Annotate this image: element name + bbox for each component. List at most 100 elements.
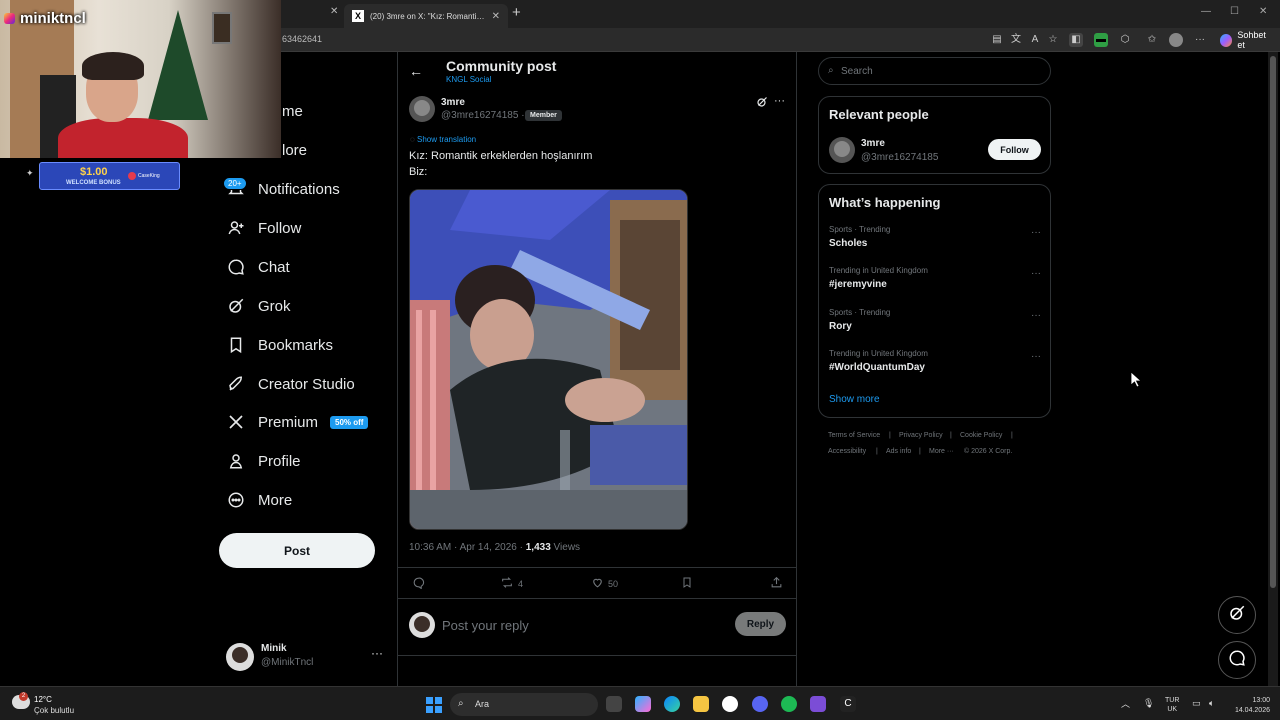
app-c-icon[interactable]: C — [840, 696, 856, 712]
relevant-person-handle[interactable]: @3mre16274185 — [861, 152, 938, 163]
nav-bookmarks[interactable]: Bookmarks — [226, 333, 333, 357]
nav-more[interactable]: More — [226, 488, 292, 512]
extension-icon[interactable]: ◧ — [1069, 33, 1083, 47]
relevant-people-card: Relevant people 3mre @3mre16274185 Follo… — [818, 96, 1051, 174]
trend-item[interactable]: Trending in United Kingdom #jeremyvine ·… — [829, 266, 1041, 296]
spotify-icon[interactable] — [781, 696, 797, 712]
show-translation-link[interactable]: ◌ Show translation — [410, 135, 476, 144]
url-text[interactable]: 63462641 — [282, 34, 322, 44]
bookmark-action[interactable] — [681, 576, 693, 592]
taskbar-search-label: Ara — [475, 699, 490, 709]
more-dots-icon[interactable]: ··· — [774, 95, 785, 107]
reply-button[interactable]: Reply — [735, 612, 786, 636]
close-tab-icon[interactable]: ✕ — [492, 11, 500, 22]
community-name-link[interactable]: KNGL Social — [446, 75, 492, 84]
discord-icon[interactable] — [752, 696, 768, 712]
trend-item[interactable]: Sports · Trending Scholes ··· — [829, 225, 1041, 255]
webcam-wall-frame — [212, 12, 232, 44]
nav-explore-label-partial[interactable]: lore — [282, 142, 307, 159]
more-dots-icon[interactable]: ··· — [1031, 310, 1041, 321]
reply-input[interactable] — [442, 615, 722, 635]
footer-link[interactable]: Ads info — [886, 448, 911, 455]
weather-description[interactable]: Çok bulutlu — [34, 706, 74, 715]
nav-profile[interactable]: Profile — [226, 449, 301, 473]
follow-button[interactable]: Follow — [988, 139, 1041, 160]
reader-icon[interactable]: ▤ — [990, 33, 1004, 47]
nav-follow[interactable]: Follow — [226, 216, 301, 240]
windows-start-icon[interactable] — [426, 697, 442, 713]
network-icon[interactable]: ▭ — [1192, 698, 1201, 709]
maximize-icon[interactable]: ☐ — [1230, 6, 1239, 17]
keyboard-layout: UK — [1167, 706, 1178, 713]
avatar[interactable] — [829, 137, 855, 163]
like-action[interactable]: 50 — [591, 576, 618, 592]
share-action[interactable] — [770, 576, 783, 592]
favorite-star-icon[interactable]: ☆ — [1046, 33, 1060, 47]
avatar — [409, 612, 435, 638]
repost-action[interactable]: 4 — [500, 576, 523, 592]
nav-home-label-partial[interactable]: me — [282, 103, 303, 120]
trend-item[interactable]: Trending in United Kingdom #WorldQuantum… — [829, 349, 1041, 379]
input-language[interactable]: TUR UK — [1165, 696, 1179, 714]
account-switcher[interactable]: Minik @MinikTncl ··· — [226, 640, 386, 674]
task-view-icon[interactable] — [606, 696, 622, 712]
weather-temperature[interactable]: 12°C — [34, 695, 52, 704]
show-more-link[interactable]: Show more — [829, 394, 880, 405]
profile-avatar-icon[interactable] — [1169, 33, 1183, 47]
copilot-icon[interactable] — [635, 696, 651, 712]
search-input[interactable] — [841, 64, 1041, 78]
close-window-icon[interactable]: ✕ — [1259, 6, 1267, 17]
taskbar-search[interactable]: ⌕ Ara — [450, 693, 598, 716]
more-dots-icon[interactable]: ··· — [1031, 227, 1041, 238]
favorites-icon[interactable]: ✩ — [1145, 33, 1159, 47]
nav-label: Premium — [258, 413, 319, 431]
footer-link[interactable]: Accessibility — [828, 448, 866, 455]
footer-link[interactable]: Privacy Policy — [899, 432, 943, 439]
file-explorer-icon[interactable] — [693, 696, 709, 712]
grok-floating-button[interactable] — [1218, 596, 1256, 634]
translate-icon[interactable]: 文 — [1009, 33, 1023, 47]
nav-creator-studio[interactable]: Creator Studio — [226, 372, 355, 396]
footer-link[interactable]: Cookie Policy — [960, 432, 1002, 439]
post-image[interactable] — [409, 189, 688, 530]
footer-link[interactable]: More ··· — [929, 448, 954, 455]
chrome-icon[interactable] — [722, 696, 738, 712]
post-button[interactable]: Post — [219, 533, 375, 568]
read-aloud-icon[interactable]: A — [1028, 33, 1042, 47]
more-dots-icon[interactable]: ··· — [1031, 351, 1041, 362]
post-author-name[interactable]: 3mre — [441, 97, 465, 108]
microphone-icon[interactable]: 🎙︎ — [1143, 698, 1154, 709]
more-menu-icon[interactable]: ··· — [1193, 33, 1207, 47]
volume-icon[interactable]: 🔈︎ — [1209, 698, 1214, 709]
footer-link[interactable]: Terms of Service — [828, 432, 880, 439]
edge-browser-icon[interactable] — [664, 696, 680, 712]
browser-tab-active[interactable]: X (20) 3mre on X: "Kız: Romantik erk ✕ — [344, 4, 508, 28]
scrollbar-thumb[interactable] — [1270, 56, 1276, 588]
extensions-icon[interactable]: ⬡ — [1118, 33, 1132, 47]
more-dots-icon[interactable]: ··· — [1031, 268, 1041, 279]
back-arrow-icon[interactable]: ← — [409, 63, 423, 79]
search-box[interactable]: ⌕ — [818, 57, 1051, 85]
trend-item[interactable]: Sports · Trending Rory ··· — [829, 308, 1041, 338]
post-author-handle[interactable]: @3mre16274185 · — [441, 110, 525, 121]
extension-green-icon[interactable]: ▬ — [1094, 33, 1108, 47]
relevant-person-name[interactable]: 3mre — [861, 138, 885, 149]
nav-grok[interactable]: Grok — [226, 294, 291, 318]
nav-premium[interactable]: Premium 50% off — [226, 410, 369, 434]
avatar[interactable] — [409, 96, 435, 122]
close-tab-icon[interactable]: ✕ — [330, 6, 338, 17]
nav-chat[interactable]: Chat — [226, 255, 290, 279]
obs-icon[interactable] — [810, 696, 826, 712]
clock-time: 13:00 — [1252, 697, 1270, 704]
new-tab-icon[interactable]: + — [512, 4, 521, 21]
minimize-icon[interactable]: — — [1201, 6, 1211, 17]
grok-icon[interactable] — [756, 96, 768, 111]
chat-floating-button[interactable] — [1218, 641, 1256, 679]
repost-icon — [500, 576, 514, 592]
bookmark-icon — [681, 576, 693, 592]
copilot-button[interactable]: Sohbet et — [1214, 30, 1280, 50]
chevron-up-icon[interactable]: ︿ — [1121, 697, 1130, 710]
more-dots-icon[interactable]: ··· — [371, 646, 383, 660]
reply-action[interactable] — [412, 576, 425, 592]
clock[interactable]: 13:00 14.04.2026 — [1230, 696, 1270, 716]
